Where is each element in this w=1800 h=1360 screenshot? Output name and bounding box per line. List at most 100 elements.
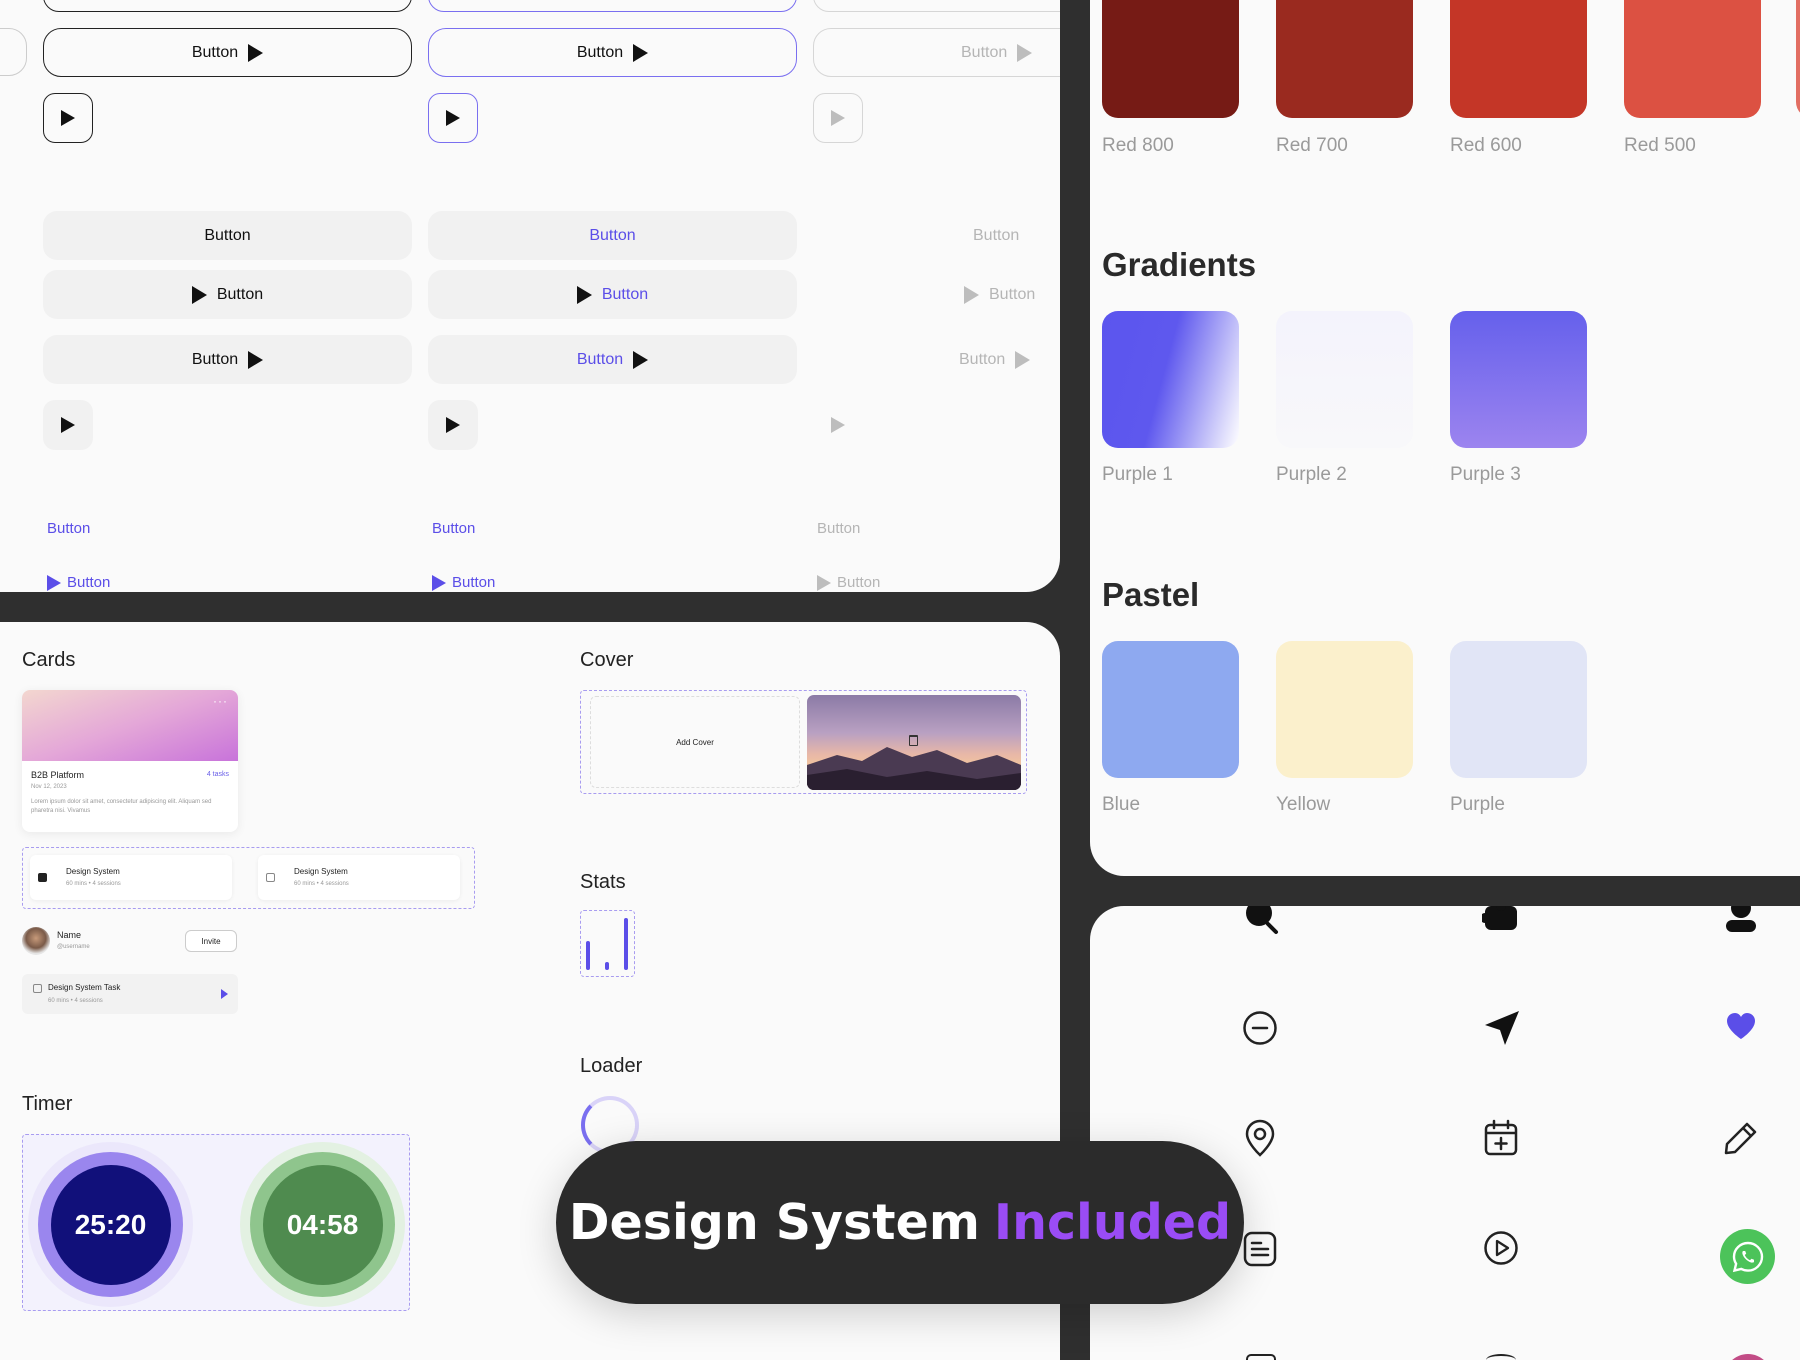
design-system-banner: Design System Included: [556, 1141, 1244, 1304]
card-title: B2B Platform: [31, 770, 85, 780]
heart-icon[interactable]: [1726, 1012, 1756, 1040]
card-date: Nov 12, 2023: [31, 784, 67, 790]
text-button[interactable]: Button: [47, 520, 90, 537]
play-icon: [47, 574, 61, 591]
button-label: Button: [452, 574, 496, 591]
stats-chart: [580, 910, 635, 977]
colors-panel: Red 800 Red 700 Red 600 Red 500 Gradient…: [1090, 0, 1800, 876]
purple-2-gradient-swatch[interactable]: [1276, 311, 1413, 448]
outline-button-partial[interactable]: [43, 0, 412, 12]
checkbox-unchecked[interactable]: [266, 873, 275, 882]
search-icon[interactable]: [1242, 906, 1280, 938]
text-button-leading-icon-primary[interactable]: Button: [432, 574, 495, 591]
pencil-icon[interactable]: [1723, 1120, 1759, 1156]
checkbox-unchecked[interactable]: [33, 984, 42, 993]
pastel-purple-swatch[interactable]: [1450, 641, 1587, 778]
timer-value: 25:20: [74, 1208, 147, 1240]
puzzle-icon[interactable]: [1482, 906, 1520, 938]
button-label: Button: [837, 574, 881, 591]
icon-partial[interactable]: [1486, 1354, 1516, 1360]
checkbox-checked[interactable]: [38, 873, 47, 882]
session-meta: 60 mins • 4 sessions: [294, 881, 349, 887]
add-cover-dropzone[interactable]: Add Cover: [590, 696, 800, 788]
whatsapp-glyph: [1732, 1241, 1763, 1272]
pastel-blue-swatch[interactable]: [1102, 641, 1239, 778]
soft-button-leading-icon-primary[interactable]: Button: [428, 270, 797, 319]
more-icon[interactable]: ···: [213, 694, 228, 708]
button-label: Button: [959, 350, 1006, 368]
red-600-swatch[interactable]: [1450, 0, 1587, 118]
soft-button-trailing-icon-disabled: Button: [813, 335, 1060, 384]
icon-partial[interactable]: [1246, 1354, 1276, 1360]
pastel-yellow-swatch[interactable]: [1276, 641, 1413, 778]
play-icon: [191, 285, 207, 304]
soft-icon-button-disabled: [813, 400, 863, 450]
session-option[interactable]: Design System 60 mins • 4 sessions: [30, 855, 232, 900]
user-icon[interactable]: [1724, 906, 1758, 938]
play-icon[interactable]: [221, 989, 228, 999]
task-title: Design System Task: [48, 983, 121, 992]
session-option[interactable]: Design System 60 mins • 4 sessions: [258, 855, 460, 900]
document-icon[interactable]: [1242, 1230, 1278, 1268]
whatsapp-icon[interactable]: [1720, 1229, 1775, 1284]
outline-button-partial[interactable]: [0, 28, 27, 76]
red-400-swatch-partial[interactable]: [1796, 0, 1800, 118]
invite-button[interactable]: Invite: [185, 930, 237, 952]
task-item[interactable]: Design System Task 60 mins • 4 sessions: [22, 974, 238, 1014]
play-icon: [633, 43, 649, 62]
purple-3-gradient-swatch[interactable]: [1450, 311, 1587, 448]
user-handle: @username: [57, 944, 90, 950]
project-card[interactable]: ··· B2B Platform 4 tasks Nov 12, 2023 Lo…: [22, 690, 238, 832]
outline-button-partial[interactable]: [813, 0, 1060, 12]
gradients-heading: Gradients: [1102, 246, 1257, 283]
soft-icon-button[interactable]: [43, 400, 93, 450]
cover-heading: Cover: [580, 649, 634, 671]
outline-icon-button[interactable]: [43, 93, 93, 143]
timer-heading: Timer: [22, 1093, 73, 1115]
buttons-panel: Button Button Button Button Button Butto…: [0, 0, 1060, 592]
session-meta: 60 mins • 4 sessions: [66, 881, 121, 887]
red-500-swatch[interactable]: [1624, 0, 1761, 118]
timer-dial[interactable]: 04:58: [250, 1152, 395, 1297]
session-title: Design System: [66, 867, 120, 876]
send-icon[interactable]: [1482, 1008, 1522, 1048]
button-label: Button: [973, 226, 1020, 244]
play-icon: [1015, 350, 1031, 369]
soft-button-trailing-icon-primary[interactable]: Button: [428, 335, 797, 384]
red-800-swatch[interactable]: [1102, 0, 1239, 118]
soft-button-trailing-icon[interactable]: Button: [43, 335, 412, 384]
location-pin-icon[interactable]: [1243, 1119, 1277, 1157]
text-button-primary[interactable]: Button: [432, 520, 475, 537]
button-label: Button: [67, 574, 111, 591]
button-label: Button: [204, 226, 251, 244]
outline-button-trailing-icon[interactable]: Button: [43, 28, 412, 77]
soft-icon-button-primary[interactable]: [428, 400, 478, 450]
soft-button-leading-icon[interactable]: Button: [43, 270, 412, 319]
task-meta: 60 mins • 4 sessions: [48, 998, 103, 1004]
outline-icon-button-primary[interactable]: [428, 93, 478, 143]
swatch-label: Red 700: [1276, 135, 1348, 156]
outline-button-trailing-icon-primary[interactable]: Button: [428, 28, 797, 77]
trash-icon[interactable]: [909, 735, 918, 746]
minus-circle-icon[interactable]: [1242, 1010, 1278, 1046]
text-button-leading-icon[interactable]: Button: [47, 574, 110, 591]
button-label: Button: [576, 43, 624, 61]
button-label: Button: [961, 43, 1008, 61]
outline-icon-button-disabled: [813, 93, 863, 143]
stats-bar: [624, 918, 628, 970]
red-700-swatch[interactable]: [1276, 0, 1413, 118]
play-icon: [446, 417, 460, 433]
swatch-label: Yellow: [1276, 794, 1331, 815]
user-name: Name: [57, 930, 82, 940]
timer-dial[interactable]: 25:20: [38, 1152, 183, 1297]
loader-heading: Loader: [580, 1055, 643, 1077]
purple-1-gradient-swatch[interactable]: [1102, 311, 1239, 448]
calendar-plus-icon[interactable]: [1483, 1119, 1519, 1157]
play-circle-icon[interactable]: [1483, 1230, 1519, 1266]
soft-button-primary[interactable]: Button: [428, 211, 797, 260]
banner-highlight: Included: [993, 1194, 1232, 1251]
swatch-label: Blue: [1102, 794, 1141, 815]
soft-button[interactable]: Button: [43, 211, 412, 260]
swatch-label: Purple: [1450, 794, 1505, 815]
outline-button-partial[interactable]: [428, 0, 797, 12]
